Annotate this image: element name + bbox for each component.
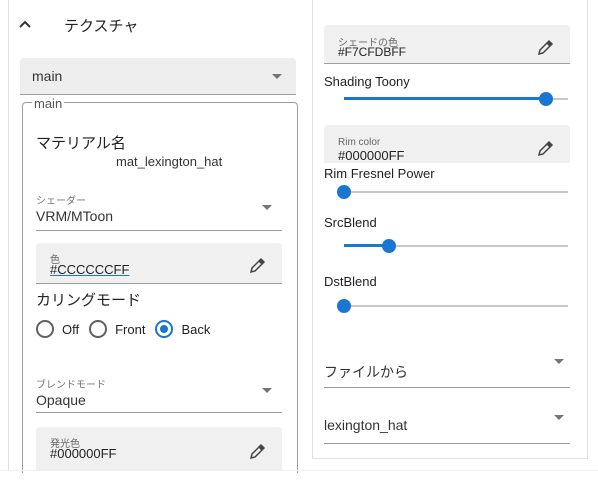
shading-toony-fill [344,97,546,100]
chevron-up-icon [18,16,40,34]
shade-color-field[interactable]: シェードの色 #F7CFDBFF [324,25,570,64]
rim-color-field[interactable]: Rim color #000000FF [324,125,570,163]
blend-mode-value: Opaque [36,392,86,408]
color-field[interactable]: 色 #CCCCCCFF [36,243,282,284]
shader-label: シェーダー [36,196,86,207]
blend-mode-select[interactable]: ブレンドモード Opaque [36,372,282,413]
section-title: テクスチャ [64,17,139,35]
eyedropper-icon[interactable] [248,257,266,275]
radio-front-label: Front [115,321,146,337]
culling-radio-group: Off Front Back [36,320,220,338]
material-group-legend: main [32,96,65,111]
radio-off-label: Off [62,321,80,337]
dropdown-caret-icon [262,388,272,393]
dropdown-caret-icon [272,74,282,79]
radio-off[interactable] [36,320,54,338]
culling-mode-label: カリングモード [36,292,142,309]
radio-back-label: Back [181,321,211,337]
blend-mode-label: ブレンドモード [36,380,106,391]
dropdown-caret-icon [554,415,564,420]
texture-file-value: lexington_hat [324,417,408,433]
texture-file-select[interactable]: lexington_hat [324,402,570,444]
dst-blend-label: DstBlend [324,274,377,289]
material-select[interactable]: main [20,58,296,95]
rim-fresnel-thumb[interactable] [337,185,351,199]
shading-toony-label: Shading Toony [324,74,410,89]
shade-color-value: #F7CFDBFF [338,45,407,59]
file-source-select[interactable]: ファイルから [324,346,570,388]
eyedropper-icon[interactable] [536,140,554,158]
radio-back[interactable] [155,320,174,338]
rim-fresnel-label: Rim Fresnel Power [324,166,435,181]
bottom-divider [0,470,598,471]
material-name-label: マテリアル名 [36,135,126,152]
rim-color-label: Rim color [338,137,381,148]
rim-color-value: #000000FF [338,148,405,163]
emission-color-field[interactable]: 発光色 #000000FF [36,427,282,470]
shading-toony-thumb[interactable] [538,92,553,106]
radio-front[interactable] [89,320,108,338]
shader-select[interactable]: シェーダー VRM/MToon [36,188,282,231]
left-divider [8,0,9,470]
src-blend-label: SrcBlend [324,215,377,230]
texture-section-toggle[interactable]: テクスチャ [18,10,138,40]
dropdown-caret-icon [262,205,272,210]
material-select-value: main [32,68,63,84]
rim-fresnel-track[interactable] [344,191,568,193]
eyedropper-icon[interactable] [536,39,554,57]
src-blend-thumb[interactable] [381,239,396,253]
emission-color-value: #000000FF [50,446,117,461]
material-name-value: mat_lexington_hat [116,154,223,169]
color-value: #CCCCCCFF [50,262,130,277]
dst-blend-thumb[interactable] [337,299,351,313]
dropdown-caret-icon [554,359,564,364]
shader-value: VRM/MToon [36,208,114,224]
dst-blend-track[interactable] [344,305,568,307]
eyedropper-icon[interactable] [248,443,266,461]
file-source-value: ファイルから [324,364,408,380]
